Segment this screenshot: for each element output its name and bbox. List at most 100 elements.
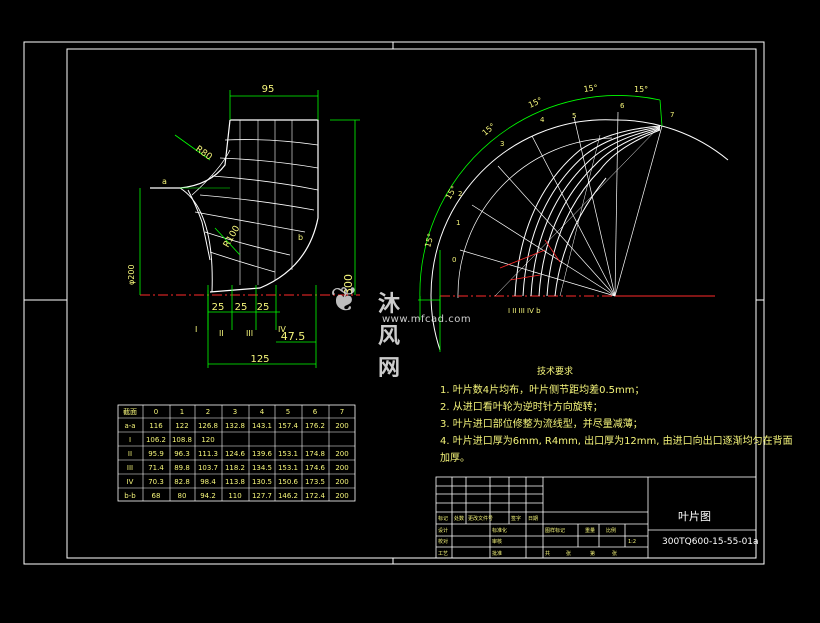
tb-label-check: 校对 bbox=[438, 538, 448, 545]
cad-drawing-viewport: 95 R80 R100 φ200 300 25 25 25 47.5 125 a… bbox=[0, 0, 820, 619]
table-header-cell: 6 bbox=[313, 408, 318, 416]
table-cell: 108.8 bbox=[172, 436, 192, 444]
watermark-logo-icon: ❦ bbox=[330, 280, 359, 320]
section-1-label: I bbox=[195, 325, 197, 334]
table-cell: 80 bbox=[178, 492, 187, 500]
tb-label-approve: 批准 bbox=[492, 550, 502, 557]
table-cell: 113.8 bbox=[225, 478, 245, 486]
table-cell: 126.8 bbox=[198, 422, 218, 430]
table-cell: 200 bbox=[335, 492, 348, 500]
tb-label-sheet-mark: 图样标记 bbox=[545, 527, 565, 534]
tb-label-design: 设计 bbox=[438, 527, 448, 534]
section-data-table: 截面 0 1 2 3 4 5 6 7 a-a 116 122 126.8 132.8 143.1 157.4 1… bbox=[117, 404, 356, 502]
drawing-name: 叶片图 bbox=[678, 510, 711, 523]
inner-frame bbox=[66, 48, 757, 559]
meridional-view: 95 R80 R100 φ200 300 25 25 25 47.5 125 a… bbox=[127, 84, 360, 368]
table-cell: 116 bbox=[149, 422, 163, 430]
table-cell: I bbox=[129, 436, 131, 444]
requirement-item-1: 1. 叶片数4片均布，叶片侧节距均差0.5mm； bbox=[440, 385, 645, 396]
table-cell: 82.8 bbox=[174, 478, 190, 486]
dim-seg-1: 25 bbox=[212, 302, 225, 313]
table-cell: 118.2 bbox=[225, 464, 245, 472]
table-cell: 98.4 bbox=[200, 478, 216, 486]
station-3: 3 bbox=[500, 140, 504, 148]
table-cell: 153.1 bbox=[278, 464, 298, 472]
requirements-title: 技术要求 bbox=[537, 367, 574, 377]
tb-label-sheets: 张 bbox=[566, 550, 571, 557]
table-cell: 200 bbox=[335, 478, 348, 486]
station-6: 6 bbox=[620, 102, 625, 110]
table-cell: 94.2 bbox=[200, 492, 216, 500]
dim-radius-r100: R100 bbox=[222, 224, 243, 250]
section-4-label: IV bbox=[278, 325, 286, 334]
table-cell: 143.1 bbox=[252, 422, 272, 430]
table-cell: 103.7 bbox=[198, 464, 218, 472]
watermark-url: www.mfcad.com bbox=[382, 314, 472, 325]
tb-label-change: 更改文件号 bbox=[468, 515, 493, 522]
tb-label-sheet: 张 bbox=[612, 550, 617, 557]
angle-label-2: 15° bbox=[444, 184, 459, 201]
angle-label-1: 15° bbox=[423, 232, 435, 248]
table-cell: 120 bbox=[201, 436, 214, 444]
table-header-cell: 2 bbox=[206, 408, 210, 416]
table-cell: 153.1 bbox=[278, 450, 298, 458]
table-cell: 96.3 bbox=[174, 450, 190, 458]
table-cell: 146.2 bbox=[278, 492, 298, 500]
station-2: 2 bbox=[458, 190, 462, 198]
tb-label-total: 共 bbox=[545, 550, 550, 557]
section-3-label: III bbox=[246, 329, 253, 338]
requirement-item-5: 加厚。 bbox=[440, 453, 470, 464]
station-4: 4 bbox=[540, 116, 545, 124]
table-cell: 71.4 bbox=[148, 464, 164, 472]
tb-scale-value: 1:2 bbox=[628, 539, 636, 545]
dim-bottom-width: 125 bbox=[250, 354, 269, 365]
table-header-cell: 7 bbox=[340, 408, 344, 416]
angle-label-6: 15° bbox=[634, 85, 648, 94]
table-cell: 106.2 bbox=[146, 436, 166, 444]
tb-label-process: 工艺 bbox=[438, 551, 448, 557]
table-cell: b-b bbox=[124, 492, 136, 500]
table-header-cell: 0 bbox=[154, 408, 158, 416]
requirement-item-2: 2. 从进口看叶轮为逆时针方向旋转； bbox=[440, 402, 603, 413]
table-cell: 150.6 bbox=[278, 478, 299, 486]
drawing-canvas: 95 R80 R100 φ200 300 25 25 25 47.5 125 a… bbox=[23, 41, 765, 565]
table-header-cell: 4 bbox=[260, 408, 265, 416]
tb-label-scale: 比例 bbox=[606, 527, 616, 534]
table-header-cell: 3 bbox=[233, 408, 237, 416]
requirement-item-4: 4. 叶片进口厚为6mm, R4mm, 出口厚为12mm, 由进口向出口逐渐均匀… bbox=[440, 436, 793, 447]
table-cell: 173.5 bbox=[305, 478, 325, 486]
table-cell: 122 bbox=[175, 422, 188, 430]
table-cell: 110 bbox=[228, 492, 241, 500]
station-7: 7 bbox=[670, 111, 674, 119]
mark-a: a bbox=[162, 177, 167, 186]
tb-label-standard: 标准化 bbox=[492, 527, 507, 534]
table-cell: 139.6 bbox=[252, 450, 273, 458]
dim-seg-2: 25 bbox=[235, 302, 248, 313]
table-cell: 174.8 bbox=[305, 450, 325, 458]
table-cell: 68 bbox=[152, 492, 161, 500]
table-cell: 130.5 bbox=[252, 478, 272, 486]
table-header-cell: 截面 bbox=[123, 407, 137, 416]
tb-label-weight: 重量 bbox=[585, 527, 595, 534]
table-cell: 111.3 bbox=[198, 450, 218, 458]
table-cell: 157.4 bbox=[278, 422, 299, 430]
table-cell: 95.9 bbox=[148, 450, 164, 458]
table-cell: 174.6 bbox=[305, 464, 326, 472]
station-0: 0 bbox=[452, 256, 456, 264]
section-2-label: II bbox=[219, 329, 224, 338]
station-5: 5 bbox=[572, 112, 576, 120]
station-1: 1 bbox=[456, 219, 460, 227]
tb-label-review: 审核 bbox=[492, 538, 502, 545]
dim-top-width: 95 bbox=[262, 84, 275, 95]
table-cell: 200 bbox=[335, 464, 348, 472]
plan-section-marks: I II III IV b bbox=[508, 307, 541, 315]
table-cell: IV bbox=[127, 478, 134, 486]
tb-label-count: 处数 bbox=[454, 515, 464, 522]
tb-label-mark: 标记 bbox=[438, 515, 448, 522]
drawing-code: 300TQ600-15-55-01a bbox=[662, 537, 759, 547]
table-cell: 172.4 bbox=[305, 492, 326, 500]
dim-height-left: φ200 bbox=[127, 264, 136, 285]
table-cell: 176.2 bbox=[305, 422, 325, 430]
tb-label-date: 日期 bbox=[528, 516, 538, 522]
angle-label-5: 15° bbox=[583, 83, 598, 94]
